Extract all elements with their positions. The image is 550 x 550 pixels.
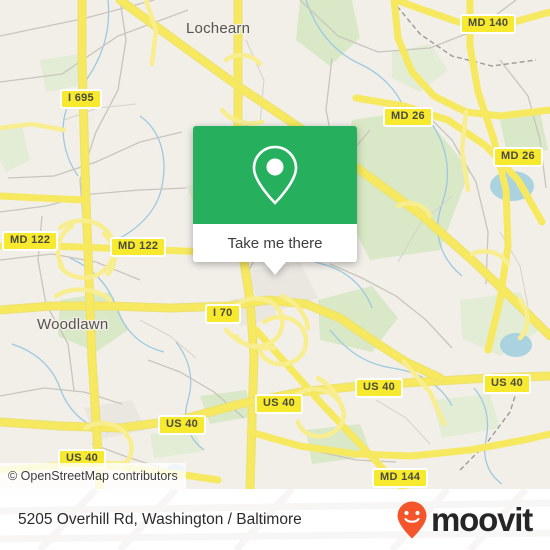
moovit-smiley-pin-icon [397,501,427,538]
highway-shield-i-70[interactable]: I 70 [205,304,241,324]
callout-header [193,126,357,224]
osm-attribution-text: © OpenStreetMap contributors [8,469,178,483]
moovit-map-share-card: .bg { fill:#f2efe9; } .park { fill:#d9e8… [0,0,550,550]
highway-shield-i-695[interactable]: I 695 [60,89,102,109]
highway-shield-md-140[interactable]: MD 140 [460,14,517,34]
highway-shield-us-40-right[interactable]: US 40 [483,374,532,394]
address-label: 5205 Overhill Rd, Washington / Baltimore [18,510,302,528]
highway-shield-us-40-mid[interactable]: US 40 [255,394,304,414]
map-pin-icon [252,145,298,205]
place-label-woodlawn: Woodlawn [37,316,109,333]
destination-callout[interactable]: Take me there [193,126,357,275]
osm-attribution[interactable]: © OpenStreetMap contributors [0,463,186,489]
moovit-logo[interactable]: moovit [396,500,533,540]
map-canvas[interactable]: .bg { fill:#f2efe9; } .park { fill:#d9e8… [0,0,550,489]
moovit-wordmark: moovit [431,501,533,538]
highway-shield-md-26-right[interactable]: MD 26 [493,147,543,167]
place-label-lochearn: Lochearn [186,20,251,37]
highway-shield-md-122-left[interactable]: MD 122 [2,231,59,251]
callout-tail [264,262,286,275]
highway-shield-md-26-upper[interactable]: MD 26 [383,107,433,127]
highway-shield-md-122-mid[interactable]: MD 122 [110,237,167,257]
highway-shield-us-40-left[interactable]: US 40 [158,415,207,435]
highway-shield-us-40-center[interactable]: US 40 [355,378,404,398]
take-me-there-button[interactable]: Take me there [193,224,357,262]
take-me-there-label: Take me there [227,234,323,252]
footer-bar: 5205 Overhill Rd, Washington / Baltimore… [0,489,550,550]
highway-shield-md-144[interactable]: MD 144 [372,468,429,488]
